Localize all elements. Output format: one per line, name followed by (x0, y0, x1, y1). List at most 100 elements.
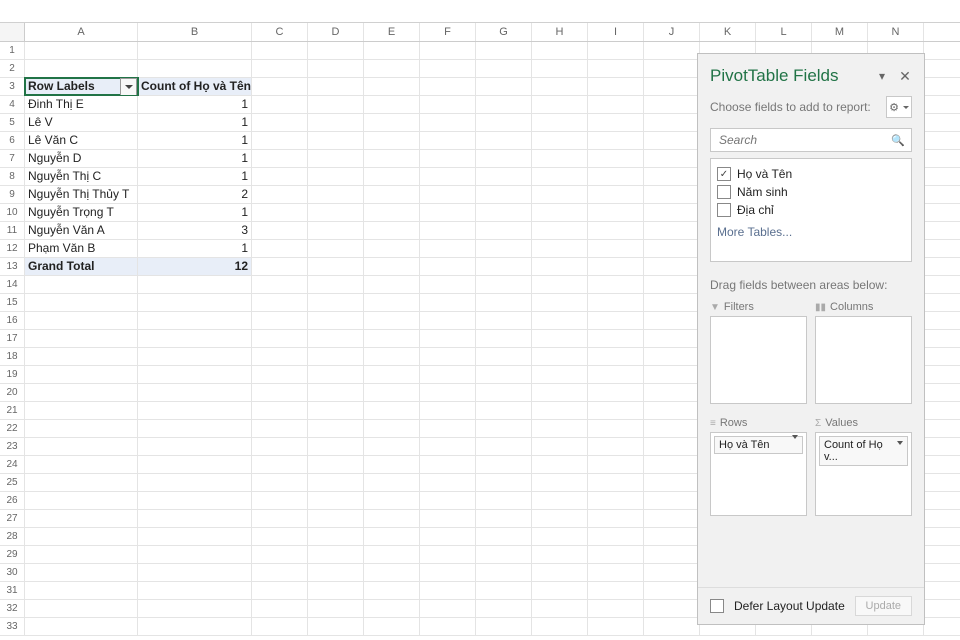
cell[interactable] (420, 150, 476, 167)
cell[interactable] (25, 564, 138, 581)
field-row[interactable]: Địa chỉ (717, 201, 905, 219)
cell[interactable] (308, 276, 364, 293)
cell[interactable] (420, 60, 476, 77)
cell[interactable] (138, 402, 252, 419)
cell[interactable] (476, 456, 532, 473)
cell[interactable] (476, 510, 532, 527)
cell[interactable] (308, 366, 364, 383)
cell[interactable] (420, 276, 476, 293)
cell[interactable] (252, 474, 308, 491)
column-header[interactable]: A (25, 23, 138, 41)
cell[interactable] (476, 600, 532, 617)
cell[interactable] (532, 600, 588, 617)
cell[interactable] (420, 618, 476, 635)
row-header[interactable]: 16 (0, 312, 25, 329)
cell[interactable] (532, 240, 588, 257)
cell[interactable] (364, 492, 420, 509)
cell[interactable] (364, 78, 420, 95)
cell[interactable]: Grand Total (25, 258, 138, 275)
row-header[interactable]: 6 (0, 132, 25, 149)
column-header[interactable]: G (476, 23, 532, 41)
row-header[interactable]: 23 (0, 438, 25, 455)
chevron-down-icon[interactable] (789, 439, 798, 451)
cell[interactable] (644, 366, 700, 383)
cell[interactable] (308, 168, 364, 185)
cell[interactable] (644, 384, 700, 401)
cell[interactable] (308, 114, 364, 131)
cell[interactable] (252, 564, 308, 581)
cell[interactable] (308, 384, 364, 401)
cell[interactable] (138, 60, 252, 77)
cell[interactable] (308, 312, 364, 329)
cell[interactable] (25, 384, 138, 401)
cell[interactable] (25, 294, 138, 311)
cell[interactable] (308, 330, 364, 347)
cell[interactable] (25, 42, 138, 59)
cell[interactable] (420, 564, 476, 581)
cell[interactable]: Nguyễn Thị C (25, 168, 138, 185)
cell[interactable] (252, 330, 308, 347)
pane-menu-button[interactable]: ▾ (876, 69, 888, 83)
cell[interactable] (138, 276, 252, 293)
cell[interactable] (476, 546, 532, 563)
cell[interactable] (532, 186, 588, 203)
cell[interactable] (138, 42, 252, 59)
cell[interactable] (364, 582, 420, 599)
cell[interactable] (252, 438, 308, 455)
cell[interactable] (364, 528, 420, 545)
cell[interactable] (644, 420, 700, 437)
cell[interactable] (476, 618, 532, 635)
cell[interactable] (644, 348, 700, 365)
filters-dropzone[interactable] (710, 316, 807, 404)
cell[interactable] (420, 78, 476, 95)
cell[interactable]: 1 (138, 204, 252, 221)
cell[interactable] (588, 438, 644, 455)
cell[interactable]: Lê V (25, 114, 138, 131)
cell[interactable] (588, 582, 644, 599)
cell[interactable] (364, 150, 420, 167)
cell[interactable] (588, 546, 644, 563)
cell[interactable] (644, 510, 700, 527)
cell[interactable] (420, 312, 476, 329)
column-header[interactable]: L (756, 23, 812, 41)
cell[interactable]: 1 (138, 150, 252, 167)
cell[interactable] (138, 474, 252, 491)
cell[interactable] (532, 402, 588, 419)
cell[interactable] (252, 132, 308, 149)
cell[interactable] (476, 438, 532, 455)
row-header[interactable]: 31 (0, 582, 25, 599)
cell[interactable] (364, 312, 420, 329)
field-checkbox[interactable] (717, 203, 731, 217)
column-header[interactable]: B (138, 23, 252, 41)
cell[interactable] (644, 240, 700, 257)
cell[interactable] (644, 600, 700, 617)
cell[interactable]: 3 (138, 222, 252, 239)
cell[interactable] (138, 492, 252, 509)
column-header[interactable]: N (868, 23, 924, 41)
cell[interactable] (25, 420, 138, 437)
cell[interactable] (364, 456, 420, 473)
cell[interactable] (420, 474, 476, 491)
cell[interactable] (252, 168, 308, 185)
cell[interactable] (588, 492, 644, 509)
cell[interactable]: Phạm Văn B (25, 240, 138, 257)
cell[interactable] (364, 618, 420, 635)
cell[interactable] (420, 204, 476, 221)
cell[interactable] (420, 258, 476, 275)
cell[interactable]: Đinh Thị E (25, 96, 138, 113)
row-header[interactable]: 25 (0, 474, 25, 491)
cell[interactable] (138, 438, 252, 455)
cell[interactable] (364, 384, 420, 401)
cell[interactable] (588, 510, 644, 527)
cell[interactable] (476, 348, 532, 365)
search-box[interactable]: 🔍 (710, 128, 912, 152)
cell[interactable] (420, 294, 476, 311)
cell[interactable] (644, 276, 700, 293)
filter-dropdown-icon[interactable] (120, 78, 137, 95)
cell[interactable] (588, 240, 644, 257)
row-header[interactable]: 12 (0, 240, 25, 257)
cell[interactable] (476, 312, 532, 329)
cell[interactable] (25, 60, 138, 77)
cell[interactable] (588, 330, 644, 347)
cell[interactable] (420, 42, 476, 59)
